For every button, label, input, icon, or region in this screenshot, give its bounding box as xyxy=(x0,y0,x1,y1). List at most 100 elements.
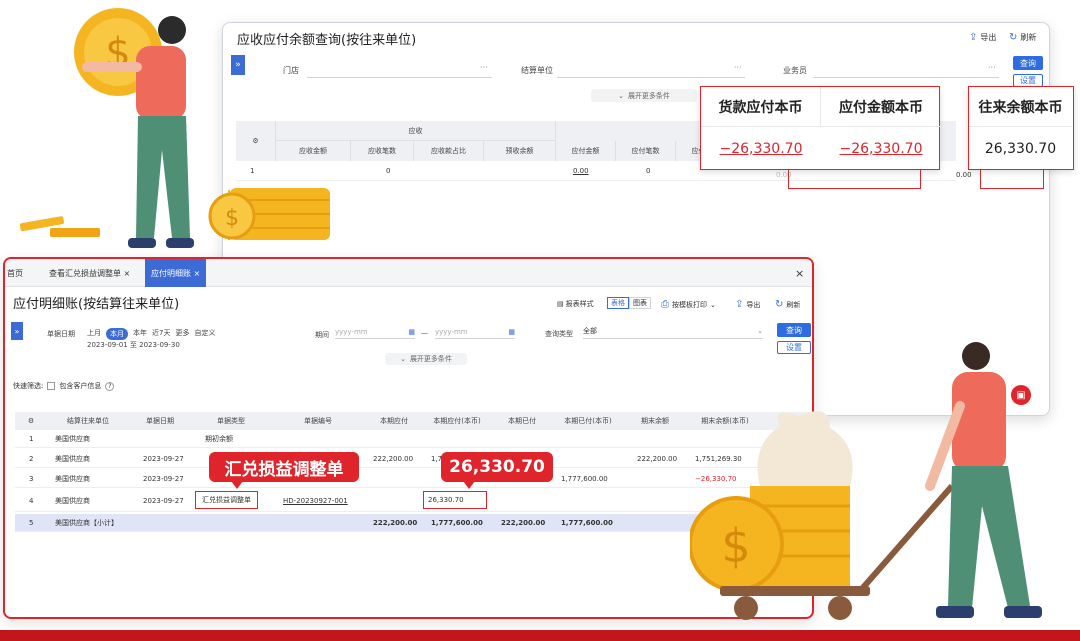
chevron-down-icon: ⌄ xyxy=(757,327,763,335)
tab-home[interactable]: 首页 xyxy=(7,259,23,287)
col-payable-amount: 应付金额 xyxy=(556,141,616,161)
adjustment-type-bubble: 汇兑损益调整单 xyxy=(209,452,359,482)
paid-local-cell: 1,777,600.00 xyxy=(561,519,613,527)
export-icon: ⇪ xyxy=(969,32,978,43)
woman-with-coin-illustration: $ xyxy=(20,8,230,248)
export-button[interactable]: ⇪ 导出 xyxy=(735,299,760,310)
period-7days[interactable]: 近7天 xyxy=(152,328,170,340)
payable-callout: 货款应付本币 应付金额本币 −26,330.70 −26,330.70 xyxy=(700,86,941,170)
row-index: 1 xyxy=(250,167,255,175)
col-receivable-count: 应收笔数 xyxy=(351,141,414,161)
export-icon: ⇪ xyxy=(735,299,744,310)
col-payable-count: 应付笔数 xyxy=(616,141,676,161)
date-cell: 2023-09-27 xyxy=(143,455,184,463)
window-title: 应收应付余额查询(按往来单位) xyxy=(237,33,417,48)
bubble-pointer xyxy=(463,481,475,489)
period-last-month[interactable]: 上月 xyxy=(87,328,101,340)
col-payable: 本期应付 xyxy=(380,417,408,425)
period-end-input[interactable]: yyyy-mm ▦ xyxy=(435,325,515,339)
chevron-down-icon: ⌄ xyxy=(400,355,406,363)
tab-exchange-adjustment[interactable]: 查看汇兑损益调整单 × xyxy=(49,259,130,287)
store-label: 门店 xyxy=(283,66,299,75)
adjustment-value-bubble: 26,330.70 xyxy=(441,452,553,482)
unit-cell: 美国供应商 xyxy=(55,475,90,483)
chevron-down-icon: ⌄ xyxy=(710,300,716,309)
chevron-right-icon: » xyxy=(235,60,241,70)
export-button[interactable]: ⇪ 导出 xyxy=(969,32,996,43)
document-number-link[interactable]: HD-20230927-001 xyxy=(283,492,348,510)
col-payable-local: 本期应付(本币) xyxy=(433,417,481,425)
col-paid-local: 本期已付(本币) xyxy=(564,417,612,425)
col-date: 单据日期 xyxy=(146,417,174,425)
chevron-down-icon: ⌄ xyxy=(618,91,624,100)
settle-unit-input[interactable] xyxy=(557,77,745,78)
row-index: 2 xyxy=(29,455,34,463)
period-label: 期间 xyxy=(315,331,329,339)
include-customer-checkbox[interactable] xyxy=(47,382,56,390)
salesman-input[interactable] xyxy=(813,77,999,78)
period-custom[interactable]: 自定义 xyxy=(194,328,215,340)
date-cell: 2023-09-27 xyxy=(143,475,184,483)
query-type-label: 查询类型 xyxy=(545,330,573,338)
payable-amount-value[interactable]: −26,330.70 xyxy=(821,129,941,169)
template-print-button[interactable]: ⎙ 按模板打印 ⌄ xyxy=(661,299,716,310)
view-chart-button[interactable]: 图表 xyxy=(629,297,651,309)
payable-amount-cell[interactable]: 0.00 xyxy=(573,167,589,175)
print-icon: ⎙ xyxy=(661,299,669,310)
date-label: 单据日期 xyxy=(47,330,75,338)
svg-text:$: $ xyxy=(225,206,239,231)
quick-filter: 快速筛选: 包含客户信息 ? xyxy=(13,381,115,391)
expand-more-button[interactable]: ⌄ 展开更多条件 xyxy=(385,353,467,365)
coin-stack-illustration: $ xyxy=(208,188,330,240)
payable-cell: 222,200.00 xyxy=(373,455,414,463)
row-index: 3 xyxy=(29,475,34,483)
query-button[interactable]: 查询 xyxy=(777,323,811,337)
report-icon: ▤ xyxy=(557,300,564,308)
col-paid: 本期已付 xyxy=(508,417,536,425)
query-button[interactable]: 查询 xyxy=(1013,56,1043,70)
tab-bar: 首页 查看汇兑损益调整单 × 应付明细账 × × xyxy=(5,259,812,287)
more-dots-icon[interactable]: ··· xyxy=(734,63,742,72)
store-input[interactable] xyxy=(307,77,492,78)
period-this-month[interactable]: 本月 xyxy=(106,328,128,340)
balance-label: 往来余额本币 xyxy=(969,87,1072,127)
col-unit: 结算往来单位 xyxy=(67,417,109,425)
paid-cell: 222,200.00 xyxy=(501,519,546,527)
col-end-balance: 期末余额 xyxy=(641,417,669,425)
grid-settings-icon[interactable]: ⚙ xyxy=(236,121,276,161)
refresh-button[interactable]: ↻ 刷新 xyxy=(1009,32,1036,43)
row-index: 4 xyxy=(29,497,34,505)
view-table-button[interactable]: 表格 xyxy=(607,297,629,309)
view-mode: ▤ 报表样式 xyxy=(557,300,594,308)
payable-local-cell: 1,777,600.00 xyxy=(431,519,483,527)
goods-payable-label: 货款应付本币 xyxy=(701,87,821,127)
row-index: 1 xyxy=(29,435,34,443)
sidebar-toggle[interactable]: » xyxy=(11,322,23,340)
period-start-input[interactable]: yyyy-mm ▦ xyxy=(335,325,415,339)
sidebar-toggle[interactable]: » xyxy=(231,55,245,75)
bubble-pointer xyxy=(231,481,243,489)
close-icon[interactable]: × xyxy=(795,259,804,287)
type-cell: 期初余额 xyxy=(205,435,233,443)
calendar-icon: ▦ xyxy=(508,327,515,336)
goods-payable-value[interactable]: −26,330.70 xyxy=(701,129,821,169)
period-this-year[interactable]: 本年 xyxy=(133,328,147,340)
payable-local-highlight: 26,330.70 xyxy=(423,491,487,509)
help-icon[interactable]: ? xyxy=(105,381,115,391)
grid-settings-icon[interactable]: ⚙ xyxy=(15,412,47,430)
payable-count-cell: 0 xyxy=(646,167,651,175)
more-dots-icon[interactable]: ··· xyxy=(480,63,488,72)
partial-cell: 0.00 xyxy=(956,171,972,179)
refresh-button[interactable]: ↻ 刷新 xyxy=(775,299,800,310)
period-more[interactable]: 更多 xyxy=(175,328,189,340)
balance-value: 26,330.70 xyxy=(984,141,1057,157)
settle-unit-label: 结算单位 xyxy=(521,66,553,75)
more-dots-icon[interactable]: ··· xyxy=(988,63,996,72)
footer-bar xyxy=(0,630,1080,641)
unit-cell: 美国供应商 xyxy=(55,435,90,443)
paid-local-cell: 1,777,600.00 xyxy=(561,475,608,483)
expand-more-button[interactable]: ⌄ 展开更多条件 xyxy=(591,89,697,102)
tab-payable-ledger[interactable]: 应付明细账 × xyxy=(145,259,207,287)
refresh-icon: ↻ xyxy=(775,299,784,310)
refresh-icon: ↻ xyxy=(1009,32,1018,43)
